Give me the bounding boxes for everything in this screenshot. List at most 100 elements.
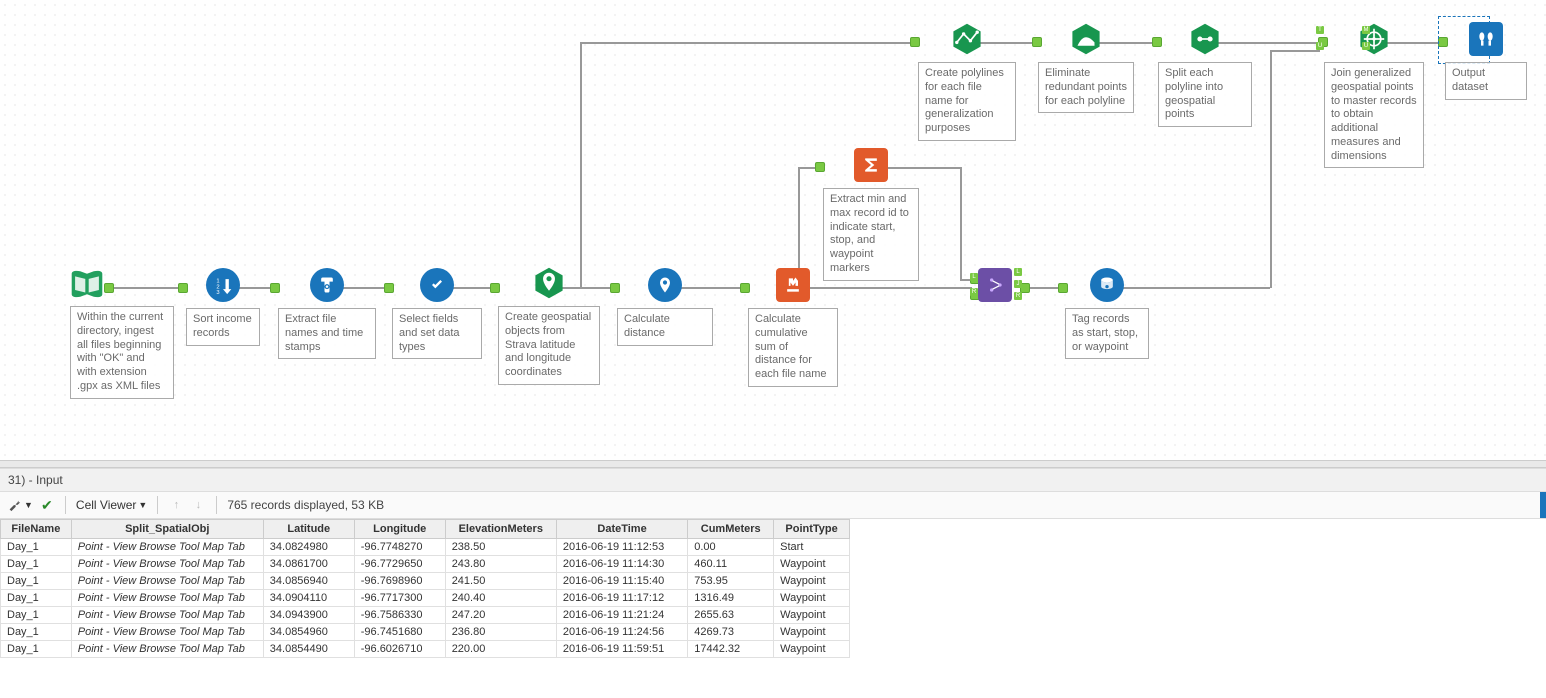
col-cum[interactable]: CumMeters bbox=[688, 520, 774, 539]
tool-sort[interactable]: 123 Sort income records bbox=[186, 268, 260, 346]
wrench-icon bbox=[6, 497, 22, 513]
cell-lon: -96.6026710 bbox=[354, 641, 445, 658]
tool-browse[interactable]: Output dataset bbox=[1445, 22, 1527, 100]
col-longitude[interactable]: Longitude bbox=[354, 520, 445, 539]
cell-dt: 2016-06-19 11:24:56 bbox=[556, 624, 687, 641]
table-row[interactable]: Day_1Point - View Browse Tool Map Tab34.… bbox=[1, 573, 850, 590]
cell-filename: Day_1 bbox=[1, 573, 72, 590]
cell-filename: Day_1 bbox=[1, 641, 72, 658]
actions-dropdown[interactable]: ▼ bbox=[6, 497, 33, 513]
workflow-canvas[interactable]: Within the current directory, ingest all… bbox=[0, 0, 1546, 460]
table-row[interactable]: Day_1Point - View Browse Tool Map Tab34.… bbox=[1, 539, 850, 556]
record-count-status: 765 records displayed, 53 KB bbox=[227, 498, 384, 512]
cell-elev: 238.50 bbox=[445, 539, 556, 556]
tool-polybuild[interactable]: Create polylines for each file name for … bbox=[918, 22, 1016, 141]
cell-lat: 34.0943900 bbox=[263, 607, 354, 624]
cell-dt: 2016-06-19 11:12:53 bbox=[556, 539, 687, 556]
cell-filename: Day_1 bbox=[1, 590, 72, 607]
cell-pt: Waypoint bbox=[774, 556, 850, 573]
cell-elev: 247.20 bbox=[445, 607, 556, 624]
cell-lat: 34.0856940 bbox=[263, 573, 354, 590]
cell-spatial-link[interactable]: Point - View Browse Tool Map Tab bbox=[71, 539, 263, 556]
tool-caption: Create polylines for each file name for … bbox=[918, 62, 1016, 141]
tool-formula-extract[interactable]: Extract file names and time stamps bbox=[278, 268, 376, 359]
tool-join[interactable]: L R L J R bbox=[978, 268, 1012, 302]
cell-spatial-link[interactable]: Point - View Browse Tool Map Tab bbox=[71, 573, 263, 590]
cell-cum: 460.11 bbox=[688, 556, 774, 573]
cell-dt: 2016-06-19 11:21:24 bbox=[556, 607, 687, 624]
cell-spatial-link[interactable]: Point - View Browse Tool Map Tab bbox=[71, 641, 263, 658]
cell-viewer-dropdown[interactable]: Cell Viewer ▼ bbox=[76, 498, 147, 512]
table-row[interactable]: Day_1Point - View Browse Tool Map Tab34.… bbox=[1, 624, 850, 641]
table-row[interactable]: Day_1Point - View Browse Tool Map Tab34.… bbox=[1, 556, 850, 573]
generalize-icon bbox=[1069, 22, 1103, 56]
cell-dt: 2016-06-19 11:17:12 bbox=[556, 590, 687, 607]
geo-point-icon bbox=[532, 266, 566, 300]
cell-elev: 236.80 bbox=[445, 624, 556, 641]
tool-caption: Tag records as start, stop, or waypoint bbox=[1065, 308, 1149, 359]
cell-cum: 1316.49 bbox=[688, 590, 774, 607]
cell-spatial-link[interactable]: Point - View Browse Tool Map Tab bbox=[71, 556, 263, 573]
cell-filename: Day_1 bbox=[1, 624, 72, 641]
cell-lon: -96.7729650 bbox=[354, 556, 445, 573]
running-total-icon bbox=[776, 268, 810, 302]
tool-generalize[interactable]: Eliminate redundant points for each poly… bbox=[1038, 22, 1134, 113]
tool-polysplit[interactable]: Split each polyline into geospatial poin… bbox=[1158, 22, 1252, 127]
tool-distance[interactable]: Calculate distance bbox=[617, 268, 713, 346]
col-filename[interactable]: FileName bbox=[1, 520, 72, 539]
arrow-up-icon[interactable]: ↑ bbox=[168, 497, 184, 513]
svg-text:3: 3 bbox=[216, 290, 219, 295]
table-row[interactable]: Day_1Point - View Browse Tool Map Tab34.… bbox=[1, 607, 850, 624]
table-row[interactable]: Day_1Point - View Browse Tool Map Tab34.… bbox=[1, 641, 850, 658]
arrow-down-icon[interactable]: ↓ bbox=[190, 497, 206, 513]
cell-lon: -96.7451680 bbox=[354, 624, 445, 641]
sigma-icon bbox=[854, 148, 888, 182]
col-spatialobj[interactable]: Split_SpatialObj bbox=[71, 520, 263, 539]
splitter[interactable] bbox=[0, 460, 1546, 468]
table-row[interactable]: Day_1Point - View Browse Tool Map Tab34.… bbox=[1, 590, 850, 607]
tool-running-total[interactable]: Calculate cumulative sum of distance for… bbox=[748, 268, 838, 387]
cell-pt: Waypoint bbox=[774, 641, 850, 658]
cell-filename: Day_1 bbox=[1, 607, 72, 624]
col-latitude[interactable]: Latitude bbox=[263, 520, 354, 539]
tool-caption: Split each polyline into geospatial poin… bbox=[1158, 62, 1252, 127]
cell-spatial-link[interactable]: Point - View Browse Tool Map Tab bbox=[71, 624, 263, 641]
cell-lon: -96.7748270 bbox=[354, 539, 445, 556]
cell-filename: Day_1 bbox=[1, 539, 72, 556]
cell-lon: -96.7717300 bbox=[354, 590, 445, 607]
cell-cum: 4269.73 bbox=[688, 624, 774, 641]
tool-caption: Calculate cumulative sum of distance for… bbox=[748, 308, 838, 387]
cell-lon: -96.7698960 bbox=[354, 573, 445, 590]
table-header-row: FileName Split_SpatialObj Latitude Longi… bbox=[1, 520, 850, 539]
tool-formula-tag[interactable]: Tag records as start, stop, or waypoint bbox=[1065, 268, 1149, 359]
tool-caption: Extract min and max record id to indicat… bbox=[823, 188, 919, 281]
check-icon[interactable]: ✔ bbox=[39, 497, 55, 513]
cell-spatial-link[interactable]: Point - View Browse Tool Map Tab bbox=[71, 607, 263, 624]
cell-cum: 17442.32 bbox=[688, 641, 774, 658]
cell-elev: 243.80 bbox=[445, 556, 556, 573]
tool-spatial-match[interactable]: T U M U Join generalized geospatial poin… bbox=[1324, 22, 1424, 168]
cell-lat: 34.0824980 bbox=[263, 539, 354, 556]
col-datetime[interactable]: DateTime bbox=[556, 520, 687, 539]
results-table[interactable]: FileName Split_SpatialObj Latitude Longi… bbox=[0, 519, 850, 658]
cell-lat: 34.0904110 bbox=[263, 590, 354, 607]
cell-lon: -96.7586330 bbox=[354, 607, 445, 624]
cell-dt: 2016-06-19 11:14:30 bbox=[556, 556, 687, 573]
cell-pt: Waypoint bbox=[774, 607, 850, 624]
tool-input[interactable]: Within the current directory, ingest all… bbox=[70, 268, 174, 399]
col-elev[interactable]: ElevationMeters bbox=[445, 520, 556, 539]
tool-create-points[interactable]: Create geospatial objects from Strava la… bbox=[498, 266, 600, 385]
cell-elev: 241.50 bbox=[445, 573, 556, 590]
results-panel-title: 31) - Input bbox=[0, 468, 1546, 492]
cell-viewer-label: Cell Viewer bbox=[76, 498, 136, 512]
cell-spatial-link[interactable]: Point - View Browse Tool Map Tab bbox=[71, 590, 263, 607]
col-pointtype[interactable]: PointType bbox=[774, 520, 850, 539]
cell-elev: 240.40 bbox=[445, 590, 556, 607]
scroll-handle[interactable] bbox=[1540, 492, 1546, 518]
tool-caption: Calculate distance bbox=[617, 308, 713, 346]
tool-summarize[interactable]: Extract min and max record id to indicat… bbox=[823, 148, 919, 281]
select-icon bbox=[420, 268, 454, 302]
polybuild-icon bbox=[950, 22, 984, 56]
tool-caption: Eliminate redundant points for each poly… bbox=[1038, 62, 1134, 113]
tool-select[interactable]: Select fields and set data types bbox=[392, 268, 482, 359]
